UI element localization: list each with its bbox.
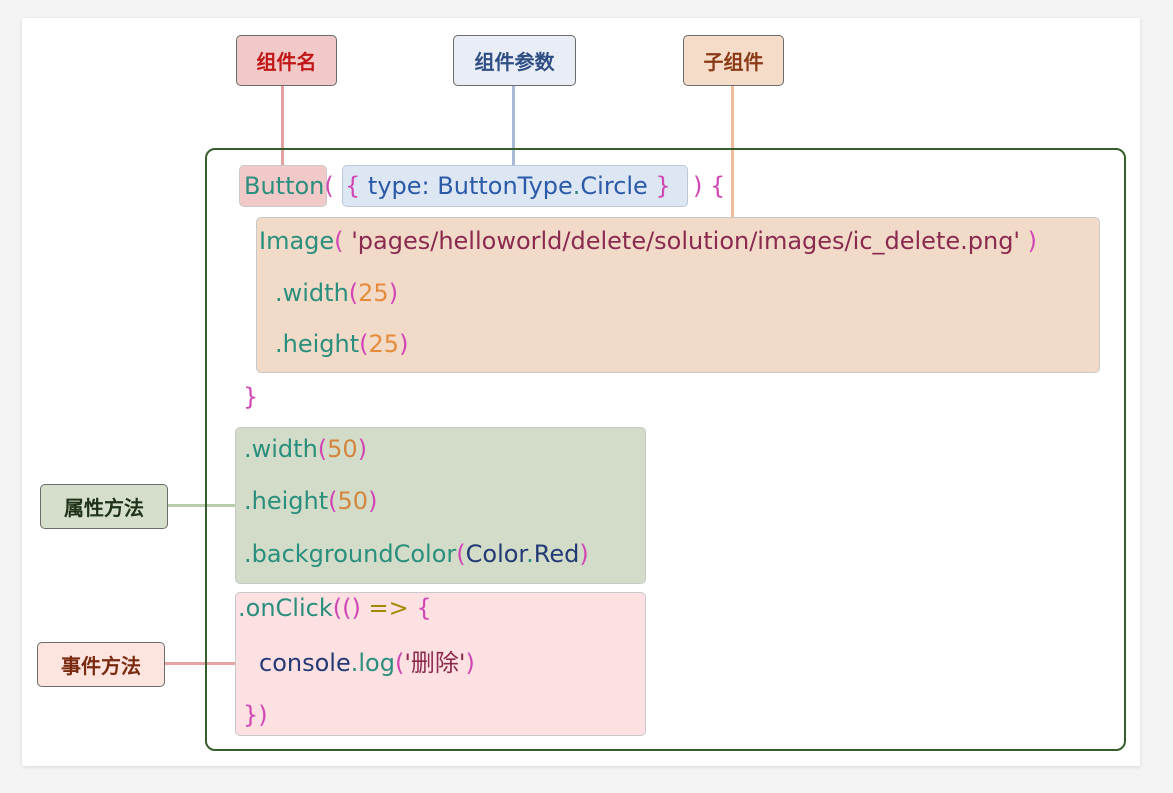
code-line-console-log: console.log('删除') [259, 648, 475, 678]
width-open: ( [317, 435, 328, 463]
end-brace: } [243, 701, 259, 729]
height-value: 50 [337, 487, 369, 515]
param-value: Circle [580, 172, 648, 200]
image-height-value: 25 [368, 330, 400, 358]
code-line-end: }) [243, 700, 268, 730]
onclick-close-paren: ) [351, 594, 361, 622]
code-close-paren-brace: ) { [693, 172, 726, 200]
bg-open: ( [456, 540, 466, 568]
attribute-methods-label: 属性方法 [40, 484, 168, 529]
event-methods-label: 事件方法 [37, 642, 165, 687]
code-line-image: Image( 'pages/helloworld/delete/solution… [259, 226, 1037, 256]
image-open: ( [334, 227, 344, 255]
console-arg: '删除' [404, 649, 466, 677]
console-open: ( [394, 649, 405, 677]
onclick-method: .onClick [238, 594, 333, 622]
height-method: .height [244, 487, 329, 515]
end-paren: ) [258, 701, 268, 729]
code-line-width: .width(50) [244, 434, 367, 464]
code-line-onclick: .onClick(() => { [238, 593, 432, 623]
param-open-brace: { [345, 172, 361, 200]
code-line-background-color: .backgroundColor(Color.Red) [244, 539, 589, 569]
image-height-close: ) [399, 330, 409, 358]
bg-class: Color [465, 540, 527, 568]
console-object: console [259, 649, 351, 677]
image-close: ) [1027, 227, 1038, 255]
onclick-arrow: => [360, 594, 417, 622]
child-component-label: 子组件 [683, 35, 784, 86]
param-key: type: [367, 172, 430, 200]
component-params-label: 组件参数 [453, 35, 576, 86]
code-line-image-height: .height(25) [275, 329, 408, 359]
image-width-open: ( [348, 279, 359, 307]
height-open: ( [328, 487, 338, 515]
width-method: .width [244, 435, 318, 463]
bg-value: Red [533, 540, 580, 568]
image-width-close: ) [388, 279, 399, 307]
code-close-brace: } [243, 383, 259, 411]
bg-close: ) [579, 540, 589, 568]
code-param: { type: ButtonType.Circle } [345, 171, 671, 201]
param-type: ButtonType [437, 172, 573, 200]
console-method: log [358, 649, 395, 677]
console-close: ) [465, 649, 475, 677]
onclick-brace: { [416, 594, 432, 622]
code-line-image-width: .width(25) [275, 278, 398, 308]
component-name-label: 组件名 [236, 35, 337, 86]
height-close: ) [368, 487, 378, 515]
code-line-height: .height(50) [244, 486, 377, 516]
image-height-open: ( [359, 330, 369, 358]
onclick-open: (( [332, 594, 352, 622]
open-paren: ( [324, 172, 334, 200]
bg-dot: . [526, 540, 534, 568]
width-close: ) [357, 435, 368, 463]
image-component-name: Image [259, 227, 335, 255]
width-value: 50 [327, 435, 358, 463]
param-close-brace: } [655, 172, 671, 200]
image-width-method: .width [275, 279, 349, 307]
code-line-button: Button( [244, 171, 334, 201]
image-height-method: .height [275, 330, 360, 358]
image-path: 'pages/helloworld/delete/solution/images… [351, 227, 1021, 255]
button-component-name: Button [244, 172, 325, 200]
bg-method: .backgroundColor [244, 540, 457, 568]
image-width-value: 25 [358, 279, 389, 307]
